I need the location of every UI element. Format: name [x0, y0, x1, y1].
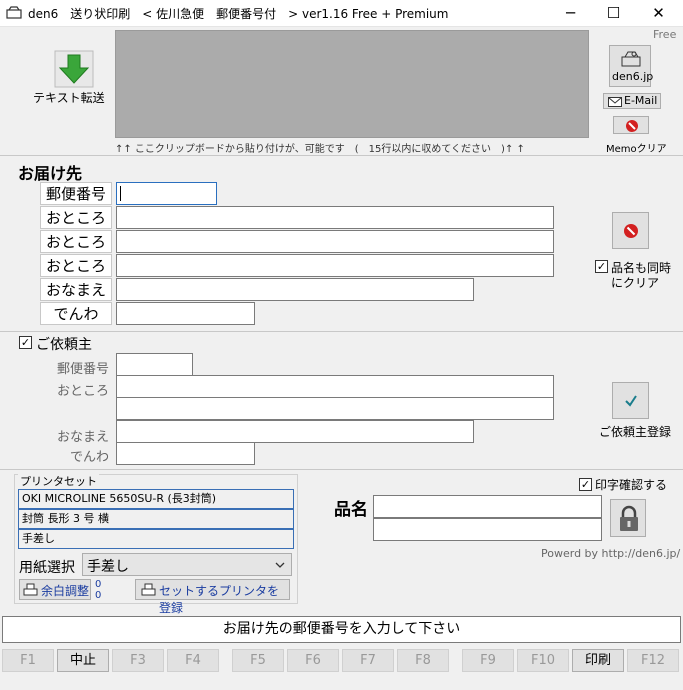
- f1-key[interactable]: F1: [2, 649, 54, 672]
- margin-adjust-label: 余白調整: [41, 584, 90, 598]
- sender-name-input[interactable]: [116, 420, 474, 443]
- print-confirm-checkbox[interactable]: ✓: [579, 478, 592, 491]
- email-button[interactable]: E-Mail: [603, 93, 661, 109]
- divider: [0, 469, 683, 470]
- delivery-name-label: おなまえ: [40, 278, 112, 301]
- f3-key[interactable]: F3: [112, 649, 164, 672]
- email-label: E-Mail: [624, 94, 658, 107]
- text-transfer-label: テキスト転送: [33, 91, 105, 105]
- margin-y-value: 0: [95, 590, 102, 601]
- clear-items-checkbox[interactable]: ✓: [595, 260, 608, 273]
- paper-select-value: 手差し: [87, 559, 129, 575]
- delivery-name-input[interactable]: [116, 278, 474, 301]
- printer-icon: [141, 583, 156, 596]
- clipboard-hint: ↑↑ ここクリップボードから貼り付けが、可能です ( 15行以内に収めてください…: [115, 144, 525, 155]
- delivery-phone-input[interactable]: [116, 302, 255, 325]
- cancel-key[interactable]: 中止: [57, 649, 109, 672]
- clear-items-label-2: にクリア: [611, 276, 660, 290]
- sender-enable-checkbox[interactable]: ✓: [19, 336, 32, 349]
- chevron-down-icon: [275, 562, 285, 568]
- feed-type-display[interactable]: 手差し: [18, 529, 294, 549]
- delivery-address3-input[interactable]: [116, 254, 554, 277]
- checkmark-icon: [625, 395, 637, 407]
- print-confirm-label: 印字確認する: [595, 478, 668, 492]
- clipboard-memo-area[interactable]: [115, 30, 589, 138]
- f4-key[interactable]: F4: [167, 649, 219, 672]
- printer-icon: [621, 51, 641, 67]
- item-name-label: 品名: [334, 500, 368, 520]
- paper-select-label: 用紙選択: [19, 560, 75, 576]
- close-button[interactable]: ✕: [636, 0, 681, 27]
- printer-icon: [23, 583, 38, 596]
- f7-key[interactable]: F7: [342, 649, 394, 672]
- status-message: お届け先の郵便番号を入力して下さい: [2, 616, 681, 643]
- sender-phone-label: でんわ: [69, 450, 109, 465]
- printer-name-display[interactable]: OKI MICROLINE 5650SU-R (長3封筒): [18, 489, 294, 509]
- item-name-input-2[interactable]: [373, 518, 602, 541]
- sender-postal-label: 郵便番号: [56, 362, 109, 377]
- sender-section-title: ご依頼主: [36, 337, 92, 353]
- den6-link-label: den6.jp: [612, 70, 654, 83]
- sender-register-button[interactable]: [612, 382, 649, 419]
- f6-key[interactable]: F6: [287, 649, 339, 672]
- down-arrow-icon: [54, 50, 94, 88]
- delivery-postal-label: 郵便番号: [40, 182, 112, 205]
- mail-icon: [608, 97, 622, 107]
- f10-key[interactable]: F10: [517, 649, 569, 672]
- delivery-address1-label: おところ①: [40, 206, 112, 249]
- delivery-address2-input[interactable]: [116, 230, 554, 253]
- divider: [0, 331, 683, 332]
- divider: [0, 155, 683, 156]
- sender-address-label: おところ: [56, 384, 109, 399]
- edition-badge: Free: [653, 28, 677, 41]
- no-entry-icon: [626, 120, 638, 132]
- memo-clear-label: Memoクリア: [606, 144, 667, 155]
- register-printer-label: セットするプリンタを登録: [159, 584, 280, 615]
- lock-icon: [620, 505, 638, 531]
- margin-adjust-button[interactable]: 余白調整: [19, 579, 91, 600]
- powered-by-text: Powerd by http://den6.jp/: [541, 547, 681, 560]
- delivery-phone-label: でんわ: [40, 302, 112, 325]
- sender-phone-input[interactable]: [116, 442, 255, 465]
- item-name-input-1[interactable]: [373, 495, 602, 518]
- paper-select-dropdown[interactable]: 手差し: [82, 553, 292, 576]
- sender-address1-input[interactable]: [116, 375, 554, 398]
- print-key[interactable]: 印刷: [572, 649, 624, 672]
- window-title: den6 送り状印刷 < 佐川急便 郵便番号付 > ver1.16 Free +…: [28, 7, 449, 21]
- delivery-address3-label: おところ③: [40, 254, 112, 297]
- delivery-postal-input[interactable]: [116, 182, 217, 205]
- f5-key[interactable]: F5: [232, 649, 284, 672]
- memo-clear-button[interactable]: [613, 116, 649, 134]
- lock-button[interactable]: [610, 499, 646, 537]
- register-printer-button[interactable]: セットするプリンタを登録: [135, 579, 290, 615]
- maximize-button[interactable]: ☐: [591, 0, 636, 27]
- margin-x-value: 0: [95, 579, 102, 590]
- printer-set-legend: プリンタセット: [18, 473, 99, 489]
- no-entry-icon: [624, 224, 638, 238]
- app-icon: [6, 6, 22, 19]
- title-bar: den6 送り状印刷 < 佐川急便 郵便番号付 > ver1.16 Free +…: [0, 0, 683, 27]
- f12-key[interactable]: F12: [627, 649, 679, 672]
- sender-address2-input[interactable]: [116, 397, 554, 420]
- f9-key[interactable]: F9: [462, 649, 514, 672]
- delivery-clear-button[interactable]: [612, 212, 649, 249]
- delivery-address1-input[interactable]: [116, 206, 554, 229]
- sender-name-label: おなまえ: [56, 430, 109, 445]
- minimize-button[interactable]: ─: [548, 0, 593, 27]
- sender-register-label: ご依頼主登録: [599, 425, 672, 439]
- delivery-section-title: お届け先: [18, 164, 83, 183]
- envelope-type-display[interactable]: 封筒 長形 3 号 横: [18, 509, 294, 529]
- f8-key[interactable]: F8: [397, 649, 449, 672]
- delivery-address2-label: おところ②: [40, 230, 112, 273]
- den6-link-button[interactable]: den6.jp: [609, 45, 654, 87]
- text-transfer-button[interactable]: [54, 50, 94, 88]
- sender-postal-input[interactable]: [116, 353, 193, 376]
